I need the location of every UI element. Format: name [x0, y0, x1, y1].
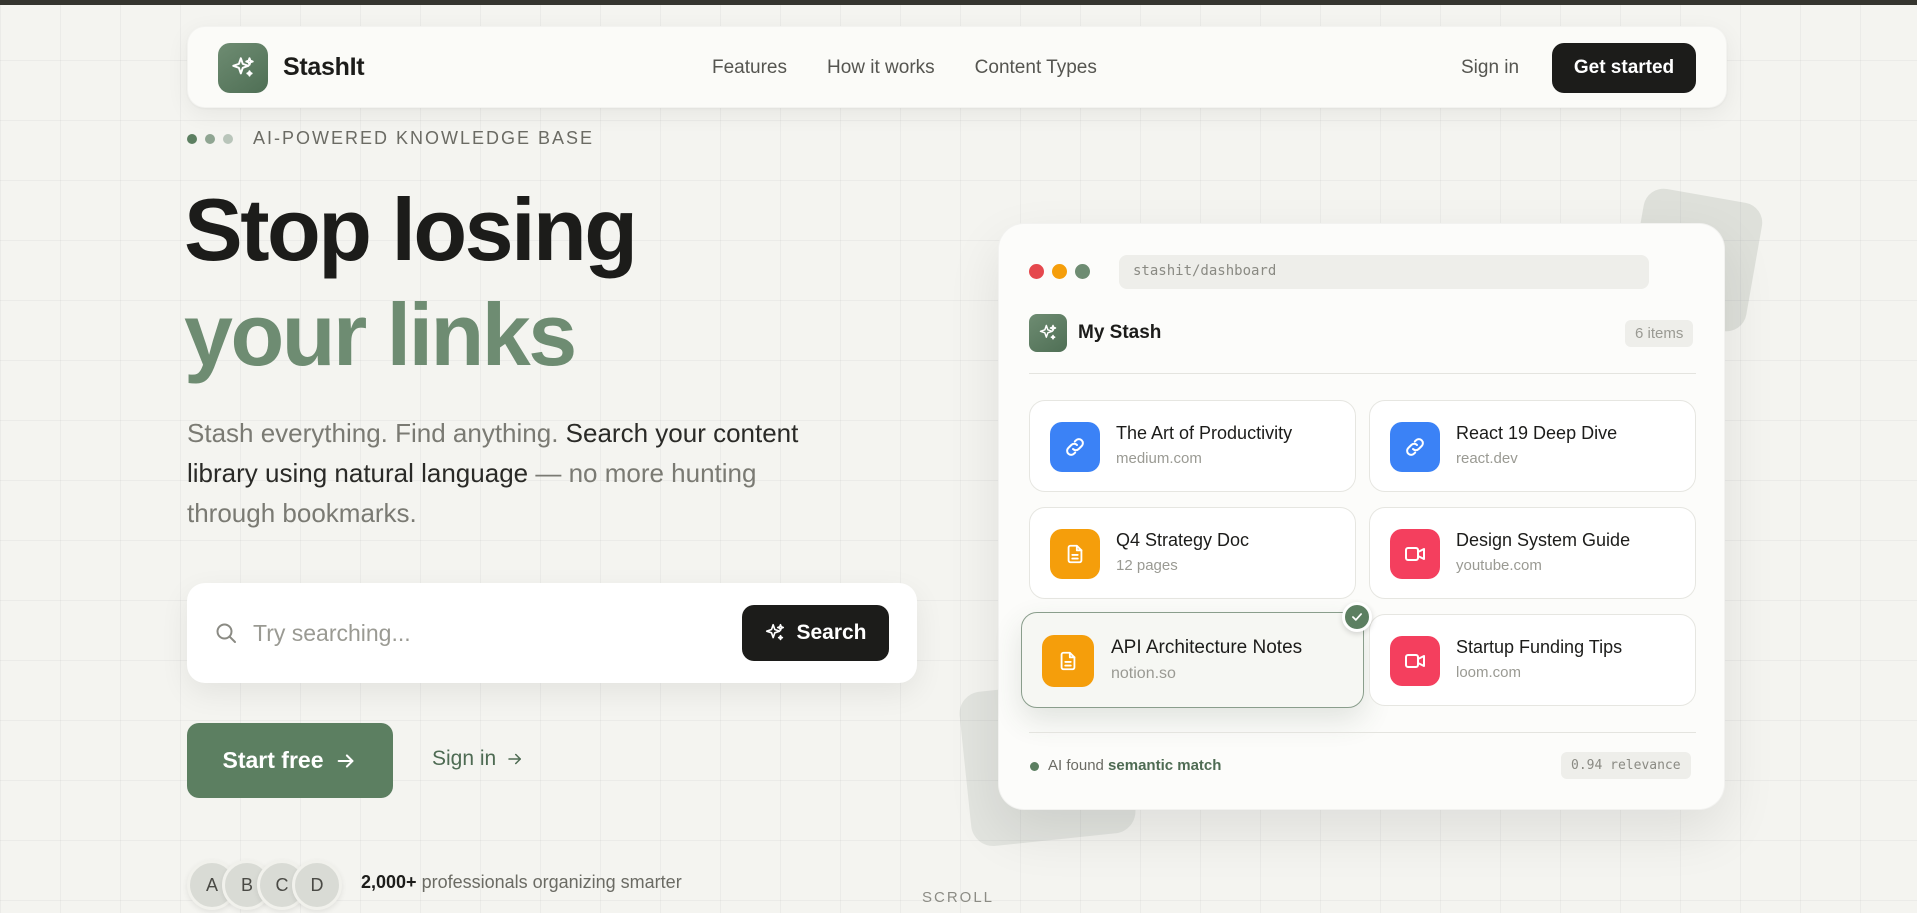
- card-source: medium.com: [1116, 450, 1202, 467]
- stash-card-active[interactable]: API Architecture Notes notion.so: [1021, 612, 1364, 708]
- search-icon: [216, 623, 236, 643]
- search-bar: Search: [187, 583, 917, 683]
- item-count-badge: 6 items: [1625, 320, 1694, 347]
- search-input[interactable]: [253, 611, 733, 655]
- sparkle-icon: [766, 623, 785, 641]
- arrow-right-icon: [508, 753, 522, 765]
- start-free-button[interactable]: Start free: [187, 723, 393, 798]
- lede-text: Stash everything. Find anything.: [187, 418, 566, 448]
- traffic-light-minimize: [1052, 264, 1067, 279]
- eyebrow-dot: [205, 133, 215, 144]
- card-source: notion.so: [1111, 665, 1176, 682]
- card-title: The Art of Productivity: [1116, 423, 1293, 443]
- relevance-score: 0.94 relevance: [1561, 752, 1691, 779]
- top-border: [0, 0, 1917, 5]
- stash-card[interactable]: Q4 Strategy Doc 12 pages: [1029, 507, 1356, 599]
- ai-prefix: AI found: [1048, 757, 1109, 774]
- divider: [1029, 732, 1696, 733]
- document-icon: [1042, 635, 1094, 687]
- avatar: D: [292, 860, 342, 910]
- nav-link-how-it-works[interactable]: How it works: [827, 57, 935, 79]
- stash-card[interactable]: React 19 Deep Dive react.dev: [1369, 400, 1696, 492]
- hero-title-line1: Stop losing: [184, 180, 638, 279]
- traffic-light-close: [1029, 264, 1044, 279]
- eyebrow: AI-POWERED KNOWLEDGE BASE: [187, 128, 594, 149]
- traffic-light-maximize: [1075, 264, 1090, 279]
- nav-signin-link[interactable]: Sign in: [1461, 57, 1519, 79]
- ai-match-status: AI found semantic match: [1048, 757, 1221, 774]
- eyebrow-dot: [187, 133, 197, 144]
- scroll-indicator: SCROLL: [922, 889, 995, 906]
- document-icon: [1050, 529, 1100, 579]
- video-icon: [1390, 529, 1440, 579]
- card-source: youtube.com: [1456, 557, 1542, 574]
- url-bar: stashit/dashboard: [1119, 255, 1649, 289]
- social-proof: 2,000+ professionals organizing smarter: [361, 872, 682, 893]
- eyebrow-text: AI-POWERED KNOWLEDGE BASE: [253, 128, 595, 148]
- card-source: react.dev: [1456, 450, 1518, 467]
- search-button[interactable]: Search: [742, 605, 889, 661]
- nav-link-features[interactable]: Features: [712, 57, 787, 79]
- hero-signin-label: Sign in: [432, 747, 497, 770]
- stash-card[interactable]: Design System Guide youtube.com: [1369, 507, 1696, 599]
- dashboard-title: My Stash: [1078, 322, 1162, 343]
- link-icon: [1050, 422, 1100, 472]
- navbar: StashIt Features How it works Content Ty…: [187, 26, 1727, 108]
- dashboard-preview: stashit/dashboard My Stash 6 items The A…: [998, 223, 1725, 810]
- check-icon: [1342, 602, 1372, 632]
- card-title: Q4 Strategy Doc: [1116, 530, 1250, 550]
- stash-card[interactable]: Startup Funding Tips loom.com: [1369, 614, 1696, 706]
- get-started-button[interactable]: Get started: [1552, 43, 1696, 93]
- dashboard-logo: [1029, 314, 1067, 352]
- hero-title-line2: your links: [184, 285, 577, 384]
- search-button-label: Search: [796, 621, 867, 644]
- card-title: API Architecture Notes: [1111, 637, 1303, 658]
- ai-match-label: semantic match: [1108, 757, 1222, 774]
- status-dot: [1030, 762, 1039, 771]
- hero-signin-link[interactable]: Sign in: [432, 747, 524, 771]
- card-title: Startup Funding Tips: [1456, 637, 1623, 657]
- sparkle-icon: [1039, 324, 1057, 340]
- social-count: 2,000+: [361, 872, 417, 892]
- start-free-label: Start free: [222, 747, 324, 773]
- nav-link-content-types[interactable]: Content Types: [975, 57, 1097, 79]
- social-text: professionals organizing smarter: [416, 872, 682, 892]
- divider: [1029, 373, 1696, 374]
- hero-description: Stash everything. Find anything. Search …: [187, 413, 847, 533]
- link-icon: [1390, 422, 1440, 472]
- card-source: loom.com: [1456, 664, 1522, 681]
- video-icon: [1390, 636, 1440, 686]
- arrow-right-icon: [338, 753, 354, 768]
- stash-card[interactable]: The Art of Productivity medium.com: [1029, 400, 1356, 492]
- nav-links: Features How it works Content Types: [712, 57, 1097, 79]
- logo[interactable]: [218, 43, 268, 93]
- avatar-group: A B C D: [187, 860, 342, 910]
- eyebrow-dot: [223, 133, 233, 144]
- brand-name[interactable]: StashIt: [283, 53, 365, 82]
- sparkle-icon: [232, 57, 254, 77]
- card-source: 12 pages: [1116, 557, 1178, 574]
- card-title: React 19 Deep Dive: [1456, 423, 1618, 443]
- card-title: Design System Guide: [1456, 530, 1631, 550]
